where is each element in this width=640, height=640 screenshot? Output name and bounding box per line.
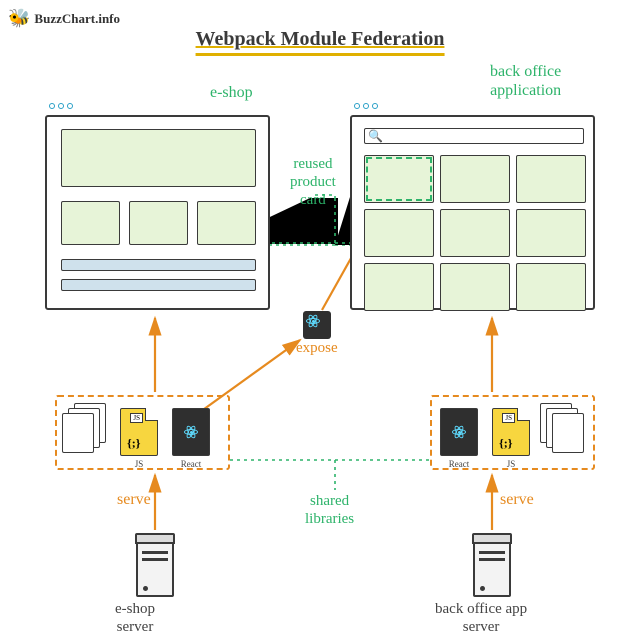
label-back-server: back office app server	[435, 600, 527, 636]
logo: 🐝 BuzzChart.info	[8, 8, 120, 29]
expose-block	[303, 311, 331, 339]
file-stack-icon	[540, 403, 586, 458]
page-title: Webpack Module Federation	[196, 28, 445, 56]
grid-cell	[516, 263, 586, 311]
backoffice-server-icon	[473, 533, 511, 597]
grid-cell	[440, 263, 510, 311]
react-file-icon: React	[172, 408, 210, 456]
eshop-window	[45, 115, 270, 310]
grid-cell	[364, 209, 434, 257]
label-serve-1: serve	[117, 490, 151, 509]
js-file-icon: JS {;} JS	[492, 408, 530, 456]
product-card	[129, 201, 188, 245]
eshop-cards	[61, 201, 256, 245]
eshop-bar	[61, 259, 256, 271]
eshop-server-icon	[136, 533, 174, 597]
bee-icon: 🐝	[8, 8, 30, 29]
backoffice-window: 🔍	[350, 115, 595, 310]
label-reused: reused product card	[290, 155, 336, 209]
label-shared: shared libraries	[305, 492, 354, 528]
search-icon: 🔍	[368, 129, 383, 144]
label-serve-2: serve	[500, 490, 534, 509]
grid-cell	[364, 263, 434, 311]
file-stack-icon	[62, 403, 108, 458]
grid-cell	[516, 155, 586, 203]
react-file-icon: React	[440, 408, 478, 456]
eshop-bar	[61, 279, 256, 291]
window-dots-icon	[354, 103, 378, 109]
grid-cell-highlighted	[364, 155, 434, 203]
search-bar: 🔍	[364, 128, 584, 144]
logo-text: BuzzChart.info	[34, 11, 120, 27]
grid-cell	[440, 155, 510, 203]
label-backoffice: back office application	[490, 62, 561, 100]
label-eshop-server: e-shop server	[115, 600, 155, 636]
product-card	[197, 201, 256, 245]
backoffice-grid	[364, 155, 586, 311]
grid-cell	[516, 209, 586, 257]
window-dots-icon	[49, 103, 73, 109]
grid-cell	[440, 209, 510, 257]
product-card	[61, 201, 120, 245]
js-file-icon: JS {;} JS	[120, 408, 158, 456]
label-expose: expose	[296, 340, 338, 357]
label-eshop: e-shop	[210, 83, 253, 102]
eshop-hero	[61, 129, 256, 187]
